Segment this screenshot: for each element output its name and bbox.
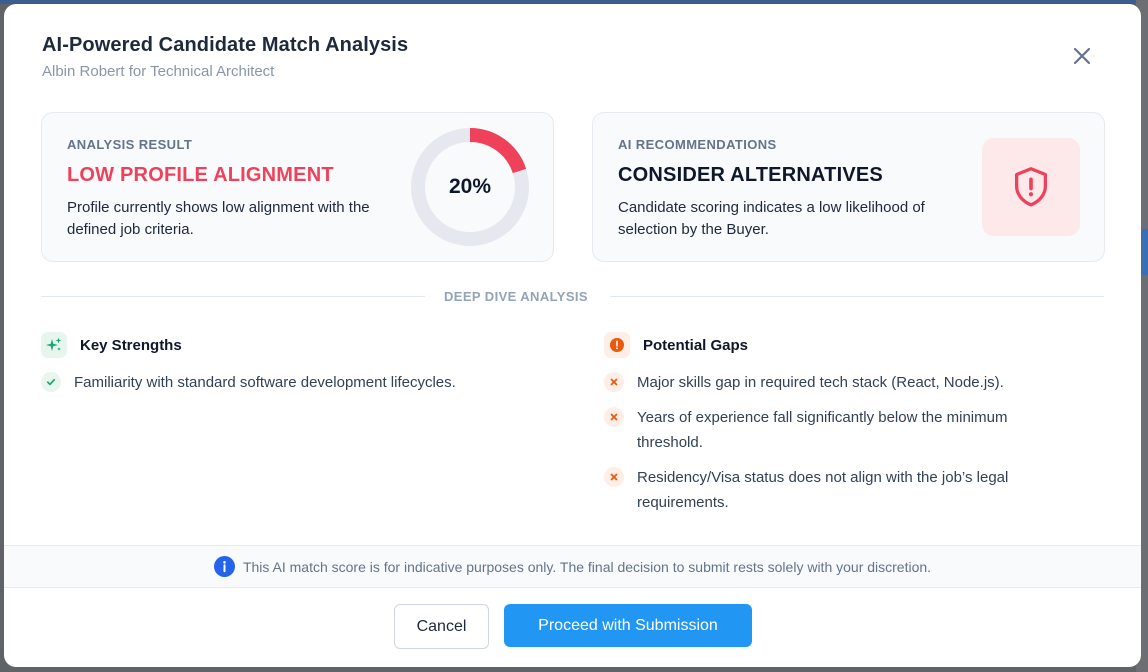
- match-score-label: 20%: [448, 175, 492, 198]
- shield-tile: [982, 138, 1080, 236]
- info-glyph: [223, 561, 226, 573]
- analysis-result-card: ANALYSIS RESULT LOW PROFILE ALIGNMENT Pr…: [41, 112, 554, 262]
- recommendation-description: Candidate scoring indicates a low likeli…: [618, 199, 925, 238]
- check-icon: [46, 378, 56, 386]
- analysis-kicker: ANALYSIS RESULT: [67, 137, 193, 152]
- divider-line-right: [610, 296, 1104, 297]
- modal-title: AI-Powered Candidate Match Analysis: [42, 34, 409, 56]
- ai-recommendations-card: AI RECOMMENDATIONS CONSIDER ALTERNATIVES…: [592, 112, 1105, 262]
- key-strengths-section: Key Strengths Familiarity with standard …: [41, 330, 561, 395]
- strength-item-text: Familiarity with standard software devel…: [74, 374, 456, 391]
- key-strengths-title: Key Strengths: [80, 336, 182, 354]
- recommendation-kicker: AI RECOMMENDATIONS: [618, 137, 777, 152]
- gap-item: Major skills gap in required tech stack …: [604, 370, 1064, 395]
- x-icon: [610, 413, 618, 421]
- disclaimer-text: This AI match score is for indicative pu…: [242, 558, 932, 575]
- disclaimer-band: This AI match score is for indicative pu…: [4, 545, 1141, 588]
- proceed-with-submission-button[interactable]: Proceed with Submission: [504, 604, 752, 647]
- gap-item-text: Residency/Visa status does not align wit…: [637, 469, 1009, 511]
- key-strengths-header: Key Strengths: [41, 330, 561, 360]
- gap-item: Residency/Visa status does not align wit…: [604, 465, 1064, 515]
- analysis-description: Profile currently shows low alignment wi…: [67, 199, 370, 238]
- gap-item-text: Years of experience fall significantly b…: [637, 409, 1008, 451]
- match-analysis-modal: AI-Powered Candidate Match Analysis Albi…: [4, 4, 1141, 667]
- gap-item: Years of experience fall significantly b…: [604, 405, 1064, 455]
- analysis-headline: LOW PROFILE ALIGNMENT: [67, 164, 334, 186]
- shield-alert-icon: [1014, 167, 1048, 207]
- cancel-button[interactable]: Cancel: [394, 604, 489, 649]
- close-button[interactable]: [1068, 42, 1096, 70]
- sparkles-icon: [46, 337, 62, 351]
- deep-dive-divider: DEEP DIVE ANALYSIS: [41, 287, 1104, 307]
- info-icon: [213, 556, 235, 577]
- x-icon-badge: [604, 467, 624, 487]
- check-icon-badge: [41, 372, 61, 392]
- potential-gaps-title: Potential Gaps: [643, 336, 749, 354]
- modal-subtitle: Albin Robert for Technical Architect: [42, 63, 275, 80]
- potential-gaps-header: Potential Gaps: [604, 330, 1064, 360]
- recommendation-headline: CONSIDER ALTERNATIVES: [618, 164, 883, 186]
- x-icon: [610, 473, 618, 481]
- gap-item-text: Major skills gap in required tech stack …: [637, 374, 1004, 391]
- x-icon: [610, 378, 618, 386]
- alert-circle-icon: [610, 338, 624, 352]
- alert-icon-tile: [604, 332, 630, 358]
- backdrop-button-edge: [1141, 229, 1148, 275]
- strength-item: Familiarity with standard software devel…: [41, 370, 561, 395]
- divider-line-left: [41, 296, 425, 297]
- x-icon-badge: [604, 407, 624, 427]
- x-icon-badge: [604, 372, 624, 392]
- potential-gaps-section: Potential Gaps Major skills gap in requi…: [604, 330, 1064, 515]
- deep-dive-label: DEEP DIVE ANALYSIS: [444, 289, 588, 304]
- sparkles-icon-tile: [41, 332, 67, 358]
- close-icon: [1073, 47, 1091, 65]
